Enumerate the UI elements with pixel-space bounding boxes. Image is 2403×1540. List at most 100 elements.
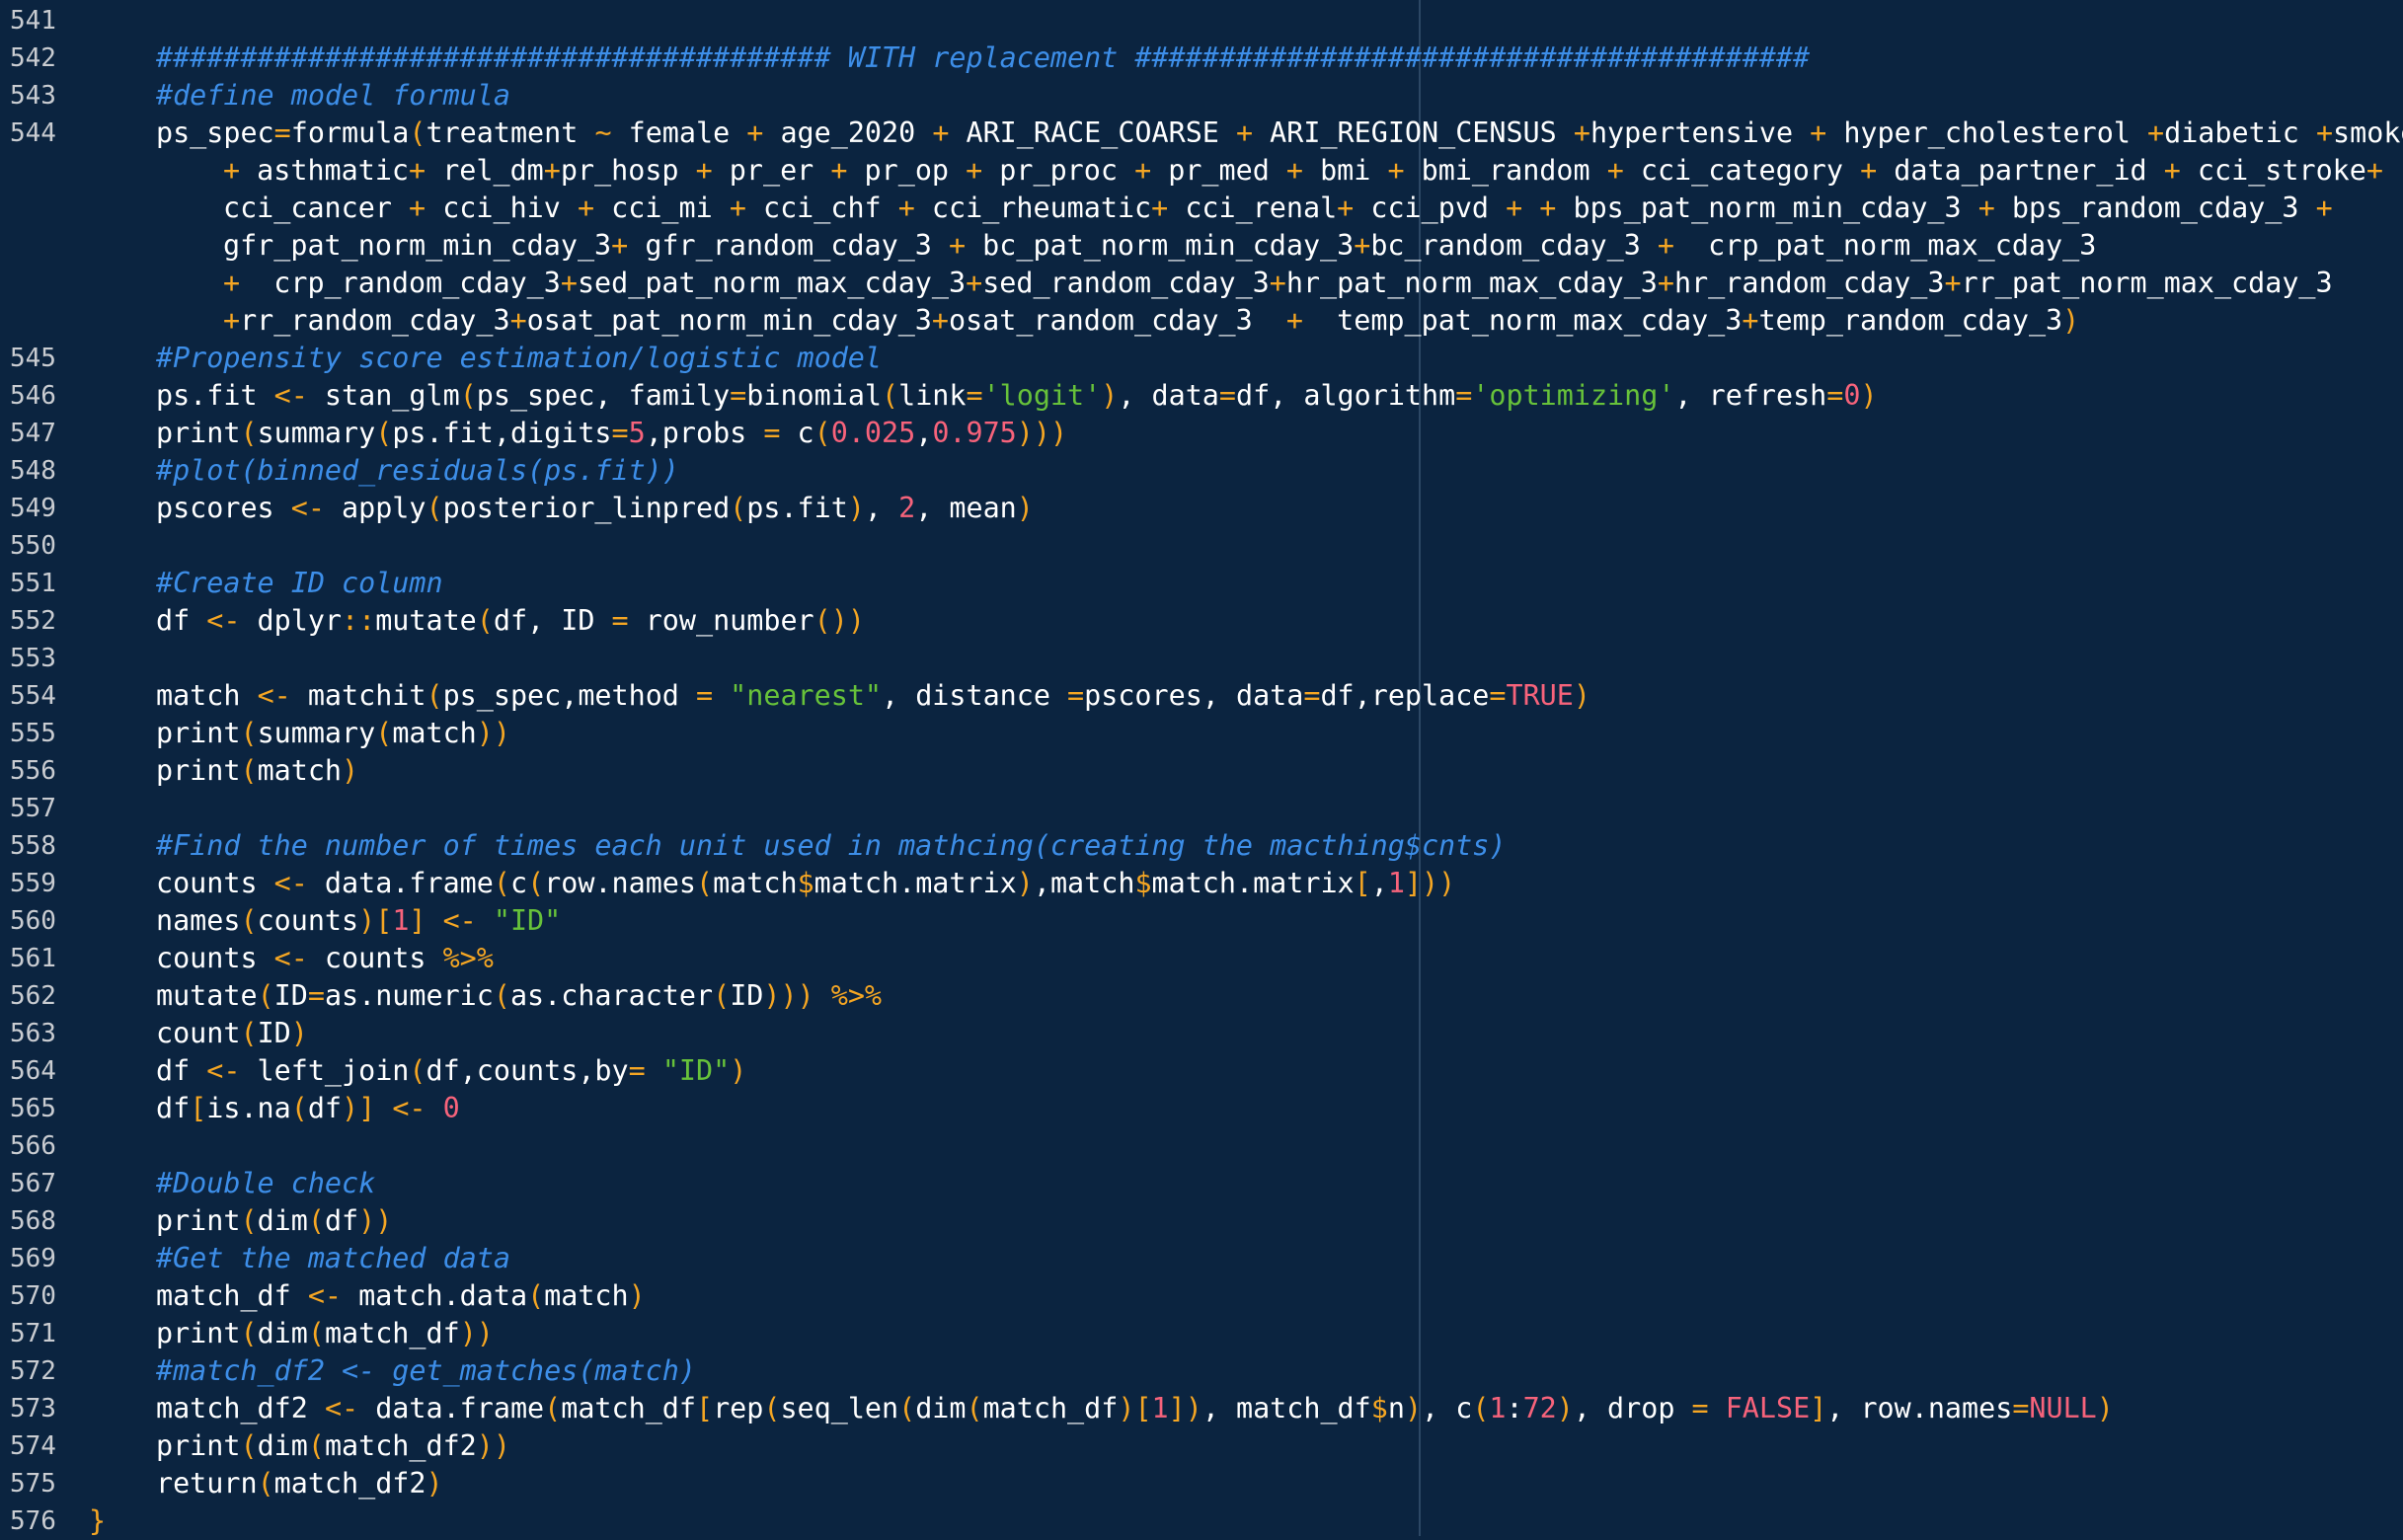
line-number: 557	[10, 794, 56, 823]
line-number: 554	[10, 681, 56, 711]
code-line[interactable]: 563 count(ID)	[0, 1015, 2403, 1052]
line-number: 549	[10, 494, 56, 523]
code-text: mutate(ID=as.numeric(as.character(ID))) …	[156, 979, 883, 1012]
line-number: 567	[10, 1169, 56, 1198]
code-comment: #plot(binned_residuals(ps.fit))	[156, 454, 679, 487]
code-line[interactable]: 554 match <- matchit(ps_spec,method = "n…	[0, 677, 2403, 715]
line-number: 564	[10, 1056, 56, 1086]
code-line[interactable]: 557	[0, 790, 2403, 827]
code-text: print(dim(match_df))	[156, 1317, 494, 1349]
code-line[interactable]: 564 df <- left_join(df,counts,by= "ID")	[0, 1052, 2403, 1090]
line-number: 546	[10, 381, 56, 411]
code-comment: #Create ID column	[156, 567, 443, 599]
code-line[interactable]: 542 ####################################…	[0, 39, 2403, 77]
line-number: 545	[10, 344, 56, 373]
code-line[interactable]: 544 ps_spec=formula(treatment ~ female +…	[0, 115, 2403, 152]
code-text: print(summary(match))	[156, 717, 510, 749]
code-text: pscores <- apply(posterior_linpred(ps.fi…	[156, 492, 1034, 524]
line-number: 563	[10, 1019, 56, 1048]
code-text: counts <- counts %>%	[156, 942, 494, 974]
code-text: count(ID)	[156, 1017, 308, 1049]
code-line[interactable]: 555 print(summary(match))	[0, 715, 2403, 752]
code-comment: #Propensity score estimation/logistic mo…	[156, 342, 882, 374]
line-number: 572	[10, 1356, 56, 1386]
line-number: 570	[10, 1281, 56, 1311]
code-comment: #Double check	[156, 1167, 376, 1199]
line-number: 548	[10, 456, 56, 486]
code-line[interactable]: 571 print(dim(match_df))	[0, 1315, 2403, 1352]
code-line[interactable]: 553	[0, 640, 2403, 677]
code-text: df <- dplyr::mutate(df, ID = row_number(…	[156, 604, 865, 637]
line-number: 560	[10, 906, 56, 936]
code-line[interactable]: 560 names(counts)[1] <- "ID"	[0, 902, 2403, 940]
line-number: 565	[10, 1094, 56, 1123]
code-line[interactable]: 565 df[is.na(df)] <- 0	[0, 1090, 2403, 1127]
code-text: names(counts)[1] <- "ID"	[156, 904, 562, 937]
line-number: 543	[10, 81, 56, 111]
code-line[interactable]: 569 #Get the matched data	[0, 1240, 2403, 1277]
code-line[interactable]: 548 #plot(binned_residuals(ps.fit))	[0, 452, 2403, 490]
code-text: print(match)	[156, 754, 359, 787]
code-text: +rr_random_cday_3+osat_pat_norm_min_cday…	[223, 304, 2080, 337]
code-comment: #match_df2 <- get_matches(match)	[156, 1354, 696, 1387]
line-number: 541	[10, 6, 56, 36]
code-area[interactable]: 541 542 ################################…	[0, 2, 2403, 1540]
code-line[interactable]: 576 }	[0, 1502, 2403, 1540]
code-line[interactable]: 574 print(dim(match_df2))	[0, 1427, 2403, 1465]
code-text: print(dim(match_df2))	[156, 1429, 510, 1462]
code-line[interactable]: 546 ps.fit <- stan_glm(ps_spec, family=b…	[0, 377, 2403, 415]
code-text: + crp_random_cday_3+sed_pat_norm_max_cda…	[223, 267, 2333, 299]
line-number: 558	[10, 831, 56, 861]
code-line-wrapped[interactable]: +rr_random_cday_3+osat_pat_norm_min_cday…	[0, 302, 2403, 340]
line-number: 562	[10, 981, 56, 1011]
line-number: 555	[10, 719, 56, 748]
line-number: 551	[10, 569, 56, 598]
code-text: return(match_df2)	[156, 1467, 443, 1500]
code-text: print(summary(ps.fit,digits=5,probs = c(…	[156, 417, 1068, 449]
code-text: + asthmatic+ rel_dm+pr_hosp + pr_er + pr…	[223, 154, 2383, 187]
line-number: 553	[10, 644, 56, 673]
code-editor[interactable]: 541 542 ################################…	[0, 0, 2403, 1537]
code-line[interactable]: 567 #Double check	[0, 1165, 2403, 1202]
code-line-wrapped[interactable]: + asthmatic+ rel_dm+pr_hosp + pr_er + pr…	[0, 152, 2403, 190]
code-line[interactable]: 545 #Propensity score estimation/logisti…	[0, 340, 2403, 377]
line-number: 575	[10, 1469, 56, 1499]
line-number: 574	[10, 1431, 56, 1461]
code-line[interactable]: 550	[0, 527, 2403, 565]
code-text: match <- matchit(ps_spec,method = "neare…	[156, 679, 1590, 712]
code-line[interactable]: 556 print(match)	[0, 752, 2403, 790]
code-line[interactable]: 572 #match_df2 <- get_matches(match)	[0, 1352, 2403, 1390]
code-line-wrapped[interactable]: + crp_random_cday_3+sed_pat_norm_max_cda…	[0, 265, 2403, 302]
code-line[interactable]: 552 df <- dplyr::mutate(df, ID = row_num…	[0, 602, 2403, 640]
code-comment: ########################################…	[156, 41, 1811, 74]
line-number: 556	[10, 756, 56, 786]
line-number: 576	[10, 1506, 56, 1536]
code-line[interactable]: 549 pscores <- apply(posterior_linpred(p…	[0, 490, 2403, 527]
code-line-wrapped[interactable]: cci_cancer + cci_hiv + cci_mi + cci_chf …	[0, 190, 2403, 227]
line-number: 559	[10, 869, 56, 898]
code-line[interactable]: 541	[0, 2, 2403, 39]
code-line[interactable]: 559 counts <- data.frame(c(row.names(mat…	[0, 865, 2403, 902]
code-comment: #Find the number of times each unit used…	[156, 829, 1507, 862]
code-line[interactable]: 573 match_df2 <- data.frame(match_df[rep…	[0, 1390, 2403, 1427]
code-line[interactable]: 558 #Find the number of times each unit …	[0, 827, 2403, 865]
code-text: match_df <- match.data(match)	[156, 1279, 646, 1312]
code-text: match_df2 <- data.frame(match_df[rep(seq…	[156, 1392, 2114, 1424]
code-line[interactable]: 568 print(dim(df))	[0, 1202, 2403, 1240]
code-line[interactable]: 575 return(match_df2)	[0, 1465, 2403, 1502]
code-line[interactable]: 561 counts <- counts %>%	[0, 940, 2403, 977]
line-number: 571	[10, 1319, 56, 1348]
code-line[interactable]: 570 match_df <- match.data(match)	[0, 1277, 2403, 1315]
line-number: 544	[10, 118, 56, 148]
code-line[interactable]: 562 mutate(ID=as.numeric(as.character(ID…	[0, 977, 2403, 1015]
code-line[interactable]: 543 #define model formula	[0, 77, 2403, 115]
code-line[interactable]: 547 print(summary(ps.fit,digits=5,probs …	[0, 415, 2403, 452]
line-number: 568	[10, 1206, 56, 1236]
code-text: df <- left_join(df,counts,by= "ID")	[156, 1054, 747, 1087]
code-text: ps.fit <- stan_glm(ps_spec, family=binom…	[156, 379, 1878, 412]
code-line-wrapped[interactable]: gfr_pat_norm_min_cday_3+ gfr_random_cday…	[0, 227, 2403, 265]
code-line[interactable]: 551 #Create ID column	[0, 565, 2403, 602]
code-line[interactable]: 566	[0, 1127, 2403, 1165]
line-number: 552	[10, 606, 56, 636]
code-text: cci_cancer + cci_hiv + cci_mi + cci_chf …	[223, 192, 2333, 224]
